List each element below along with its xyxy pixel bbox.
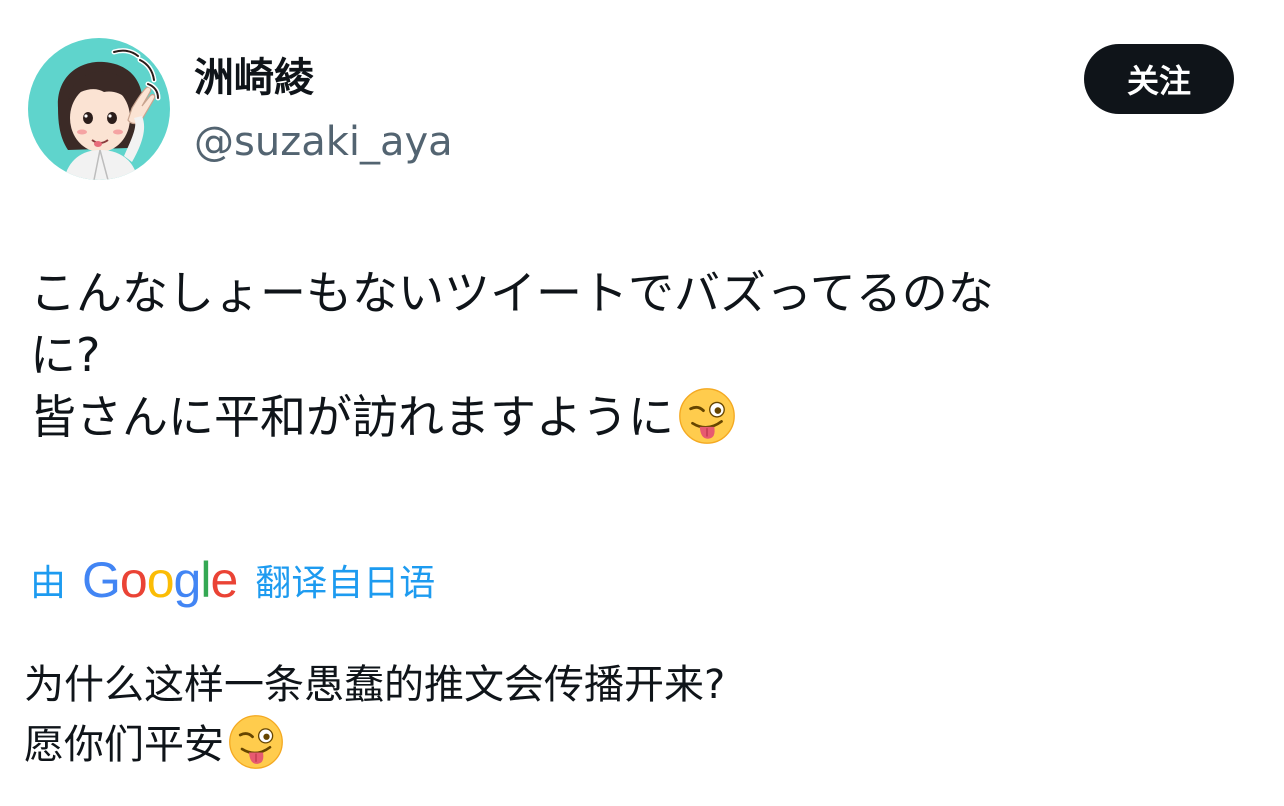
tweet-line-text: 皆さんに平和が訪れますように bbox=[30, 390, 674, 444]
winking-face-with-tongue-icon bbox=[679, 387, 735, 444]
google-logo-letter: G bbox=[82, 552, 121, 608]
tweet-text: こんなしょーもないツイートでバズってるのな に? 皆さんに平和が訪れますように bbox=[30, 262, 1220, 448]
translation-attribution[interactable]: 由 Google 翻译自日语 bbox=[30, 550, 435, 610]
google-logo: Google bbox=[82, 550, 238, 610]
user-handle[interactable]: @suzaki_aya bbox=[194, 116, 453, 168]
translated-from-language-link[interactable]: 翻译自日语 bbox=[255, 554, 435, 606]
translated-by-label: 由 bbox=[30, 563, 67, 604]
google-logo-letter: e bbox=[210, 552, 238, 608]
translation-line-text: 愿你们平安 bbox=[24, 722, 224, 768]
winking-face-with-tongue-icon bbox=[229, 715, 283, 769]
tweet-line-with-emoji: 皆さんに平和が訪れますように bbox=[30, 386, 1220, 448]
translated-text: 为什么这样一条愚蠢的推文会传播开来? 愿你们平安 bbox=[24, 655, 1224, 775]
google-logo-letter: g bbox=[173, 552, 202, 608]
tweet-line: こんなしょーもないツイートでバズってるのな bbox=[30, 266, 994, 320]
user-avatar-illustration bbox=[28, 38, 170, 180]
display-name[interactable]: 洲崎綾 bbox=[194, 52, 314, 104]
google-logo-letter: l bbox=[200, 552, 211, 608]
tweet-line: に? bbox=[30, 328, 101, 382]
follow-button[interactable]: 关注 bbox=[1084, 44, 1234, 114]
google-logo-letter: o bbox=[119, 552, 148, 608]
avatar[interactable] bbox=[28, 38, 170, 180]
translation-line-with-emoji: 愿你们平安 bbox=[24, 715, 1224, 775]
google-logo-letter: o bbox=[146, 552, 175, 608]
translation-line: 为什么这样一条愚蠢的推文会传播开来? bbox=[24, 662, 726, 708]
